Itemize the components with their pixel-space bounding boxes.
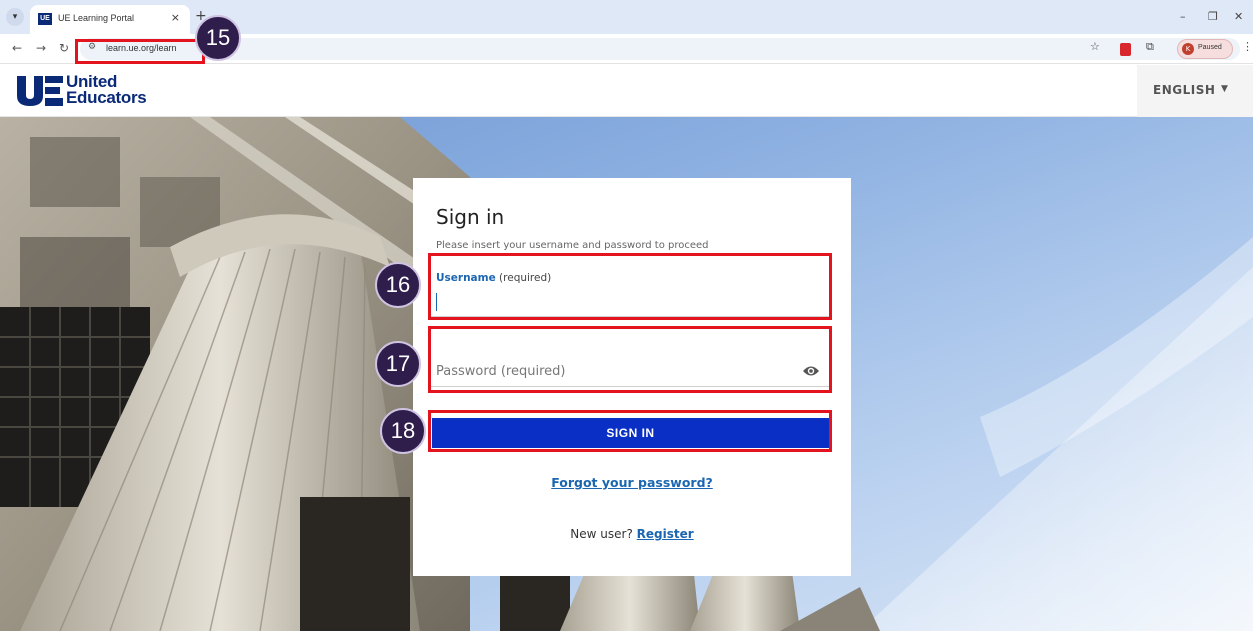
- step-badge-16: 16: [375, 262, 421, 308]
- language-selector[interactable]: ENGLISH ▼: [1137, 65, 1253, 117]
- tab-title: UE Learning Portal: [58, 13, 135, 23]
- password-highlight-box: [428, 326, 832, 393]
- language-label: ENGLISH: [1153, 83, 1216, 97]
- sign-in-subtitle: Please insert your username and password…: [436, 240, 709, 251]
- username-highlight-box: [428, 253, 832, 320]
- forward-icon[interactable]: →: [36, 41, 46, 55]
- logo-wordmark[interactable]: United Educators: [66, 73, 147, 106]
- register-link[interactable]: Register: [637, 527, 694, 541]
- step-badge-15: 15: [195, 15, 241, 61]
- step-badge-17: 17: [375, 341, 421, 387]
- profile-status: Paused: [1198, 44, 1222, 51]
- address-bar[interactable]: ⚙ learn.ue.org/learn: [80, 38, 1240, 60]
- minimize-icon[interactable]: –: [1180, 10, 1186, 23]
- forgot-password-link[interactable]: Forgot your password?: [413, 475, 851, 490]
- browser-tabstrip: ▾ UE UE Learning Portal × + – ❐ ✕: [0, 0, 1253, 34]
- new-user-row: New user? Register: [413, 527, 851, 541]
- step-badge-18: 18: [380, 408, 426, 454]
- new-user-text: New user?: [570, 527, 633, 541]
- sign-in-highlight-box: [428, 410, 832, 452]
- extensions-icon[interactable]: ⧉: [1146, 40, 1154, 54]
- bookmark-star-icon[interactable]: ☆: [1090, 40, 1100, 53]
- back-icon[interactable]: ←: [12, 41, 22, 55]
- united-educators-logo-icon[interactable]: [17, 76, 63, 106]
- browser-tab[interactable]: UE UE Learning Portal ×: [30, 5, 190, 34]
- restore-icon[interactable]: ❐: [1208, 10, 1218, 23]
- browser-menu-icon[interactable]: ⋮: [1242, 40, 1253, 53]
- site-header: United Educators ENGLISH ▼: [0, 65, 1253, 117]
- tab-favicon-icon: UE: [38, 13, 52, 25]
- pdf-extension-icon[interactable]: [1120, 43, 1131, 56]
- url-highlight-box: [75, 39, 205, 64]
- page-title: Sign in: [436, 205, 505, 229]
- reload-icon[interactable]: ↻: [59, 41, 69, 55]
- tab-close-icon[interactable]: ×: [171, 11, 180, 24]
- profile-button[interactable]: K Paused: [1177, 39, 1233, 59]
- chevron-down-icon: ▼: [1221, 84, 1228, 94]
- avatar: K: [1182, 43, 1194, 55]
- close-window-icon[interactable]: ✕: [1234, 10, 1243, 23]
- tab-search-icon[interactable]: ▾: [6, 8, 24, 26]
